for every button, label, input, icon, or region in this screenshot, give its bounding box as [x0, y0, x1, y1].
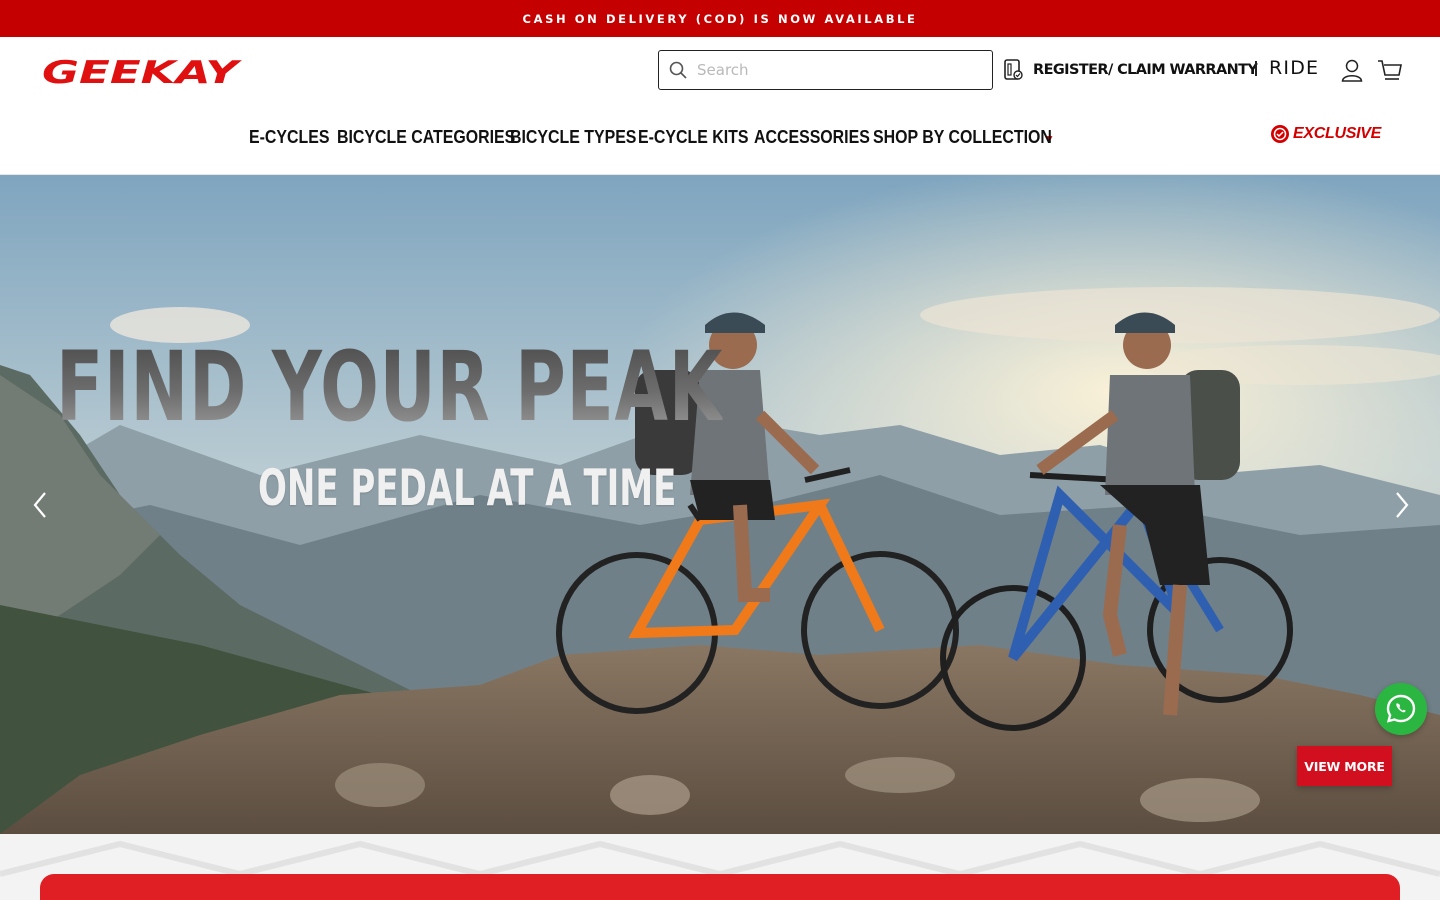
cart-icon[interactable]: [1377, 57, 1402, 83]
warranty-link-label: REGISTER/ CLAIM WARRANTY: [1033, 62, 1258, 78]
announcement-bar: CASH ON DELIVERY (COD) IS NOW AVAILABLE: [0, 0, 1440, 37]
ride-link[interactable]: RIDE: [1269, 57, 1319, 79]
geekay-logo[interactable]: GEEKAY: [40, 55, 242, 87]
warranty-icon: [1004, 59, 1023, 80]
nav-item-e-cycles[interactable]: E-CYCLES: [249, 126, 329, 148]
nav-item-shop-by-collection[interactable]: SHOP BY COLLECTION: [873, 126, 1052, 148]
promo-section: [0, 834, 1440, 900]
nav-item-exclusive[interactable]: EXCLUSIVE: [1270, 123, 1381, 145]
hero-subheadline: ONE PEDAL AT A TIME: [258, 459, 677, 517]
header-divider: [1255, 61, 1257, 76]
account-icon[interactable]: [1341, 57, 1363, 83]
whatsapp-icon[interactable]: [1375, 683, 1427, 735]
hero-headline: FIND YOUR PEAK: [56, 331, 723, 443]
announcement-text: CASH ON DELIVERY (COD) IS NOW AVAILABLE: [522, 11, 918, 26]
view-more-button[interactable]: VIEW MORE: [1297, 746, 1392, 786]
chevron-right-icon[interactable]: [1387, 488, 1415, 522]
search-input[interactable]: [697, 51, 985, 89]
site-header: GEEKAY REGISTER/ CLAIM WARRANTY RIDE E-C…: [0, 37, 1440, 175]
promo-banner[interactable]: [40, 874, 1400, 900]
svg-text:GEEKAY: GEEKAY: [42, 55, 242, 87]
nav-item-accessories[interactable]: ACCESSORIES: [754, 126, 870, 148]
exclusive-badge-icon: [1271, 125, 1289, 143]
hero-banner: FIND YOUR PEAK ONE PEDAL AT A TIME VIEW …: [0, 175, 1440, 834]
register-warranty-link[interactable]: REGISTER/ CLAIM WARRANTY: [1002, 57, 1258, 83]
nav-item-bicycle-types[interactable]: BICYCLE TYPES: [510, 126, 636, 148]
hero-image: [0, 175, 1440, 834]
chevron-left-icon[interactable]: [27, 488, 55, 522]
exclusive-label: EXCLUSIVE: [1293, 125, 1381, 142]
nav-item-e-cycle-kits[interactable]: E-CYCLE KITS: [638, 126, 748, 148]
search-icon[interactable]: [668, 60, 688, 80]
nav-item-bicycle-categories[interactable]: BICYCLE CATEGORIES: [337, 126, 515, 148]
search-box[interactable]: [658, 50, 993, 90]
main-nav: E-CYCLES BICYCLE CATEGORIES BICYCLE TYPE…: [249, 123, 1055, 151]
